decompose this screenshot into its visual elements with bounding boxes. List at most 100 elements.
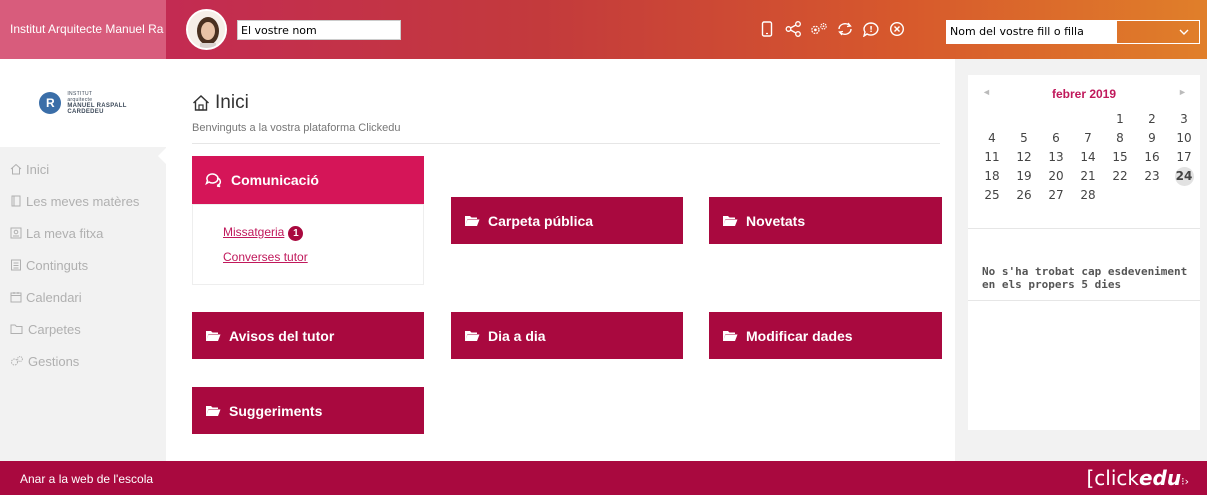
tutor-conversations-link[interactable]: Converses tutor: [223, 250, 308, 264]
document-icon: [11, 259, 21, 271]
calendar-day: [1136, 186, 1168, 205]
calendar-day[interactable]: 2: [1136, 110, 1168, 129]
tile-carpeta-publica[interactable]: Carpeta pública: [451, 197, 683, 244]
tile-suggeriments[interactable]: Suggeriments: [192, 387, 424, 434]
calendar-next-icon[interactable]: ►: [1178, 87, 1187, 97]
settings-icon[interactable]: [810, 19, 828, 39]
top-icons: !: [758, 19, 906, 39]
clickedu-logo: [clickedu⁝›: [1086, 466, 1189, 490]
calendar-month: febrer 2019: [1051, 87, 1117, 101]
folder-icon: [10, 324, 23, 334]
logo-text: INSTITUT arquitecte MANUEL RASPALL CARDE…: [67, 91, 126, 115]
calendar-day[interactable]: 5: [1008, 129, 1040, 148]
calendar-day[interactable]: 18: [976, 167, 1008, 186]
sidebar-item-fitxa[interactable]: La meva fitxa: [0, 217, 166, 249]
sidebar-item-carpetes[interactable]: Carpetes: [0, 313, 166, 345]
page-subtitle: Benvinguts a la vostra plataforma Clicke…: [192, 122, 401, 134]
calendar-day[interactable]: 12: [1008, 148, 1040, 167]
tile-novetats[interactable]: Novetats: [709, 197, 942, 244]
tile-label: Avisos del tutor: [229, 327, 335, 344]
sidebar-item-gestions[interactable]: Gestions: [0, 345, 166, 377]
calendar-day[interactable]: 20: [1040, 167, 1072, 186]
messages-count-badge: 1: [288, 226, 304, 241]
tile-avisos-tutor[interactable]: Avisos del tutor: [192, 312, 424, 359]
calendar-prev-icon[interactable]: ◄: [982, 87, 991, 97]
home-icon: [10, 163, 22, 175]
calendar-day: [1104, 186, 1136, 205]
profile-card-icon: [10, 227, 22, 239]
calendar-day[interactable]: 6: [1040, 129, 1072, 148]
no-events-message: No s'ha trobat cap esdeveniment en els p…: [982, 265, 1188, 291]
calendar-day[interactable]: 4: [976, 129, 1008, 148]
calendar-day[interactable]: 16: [1136, 148, 1168, 167]
chat-icon[interactable]: !: [862, 19, 880, 39]
sidebar-item-inici[interactable]: Inici: [0, 153, 166, 185]
calendar-day[interactable]: 8: [1104, 129, 1136, 148]
folder-open-icon: [723, 330, 738, 341]
calendar-day[interactable]: 22: [1104, 167, 1136, 186]
sidebar-item-label: Les meves matères: [26, 193, 140, 209]
communication-panel: Missatgeria 1 Converses tutor: [192, 204, 424, 285]
calendar-day[interactable]: 28: [1072, 186, 1104, 205]
sidebar-item-label: Continguts: [26, 257, 89, 273]
calendar-day[interactable]: 26: [1008, 186, 1040, 205]
gears-icon: [11, 356, 23, 366]
school-name[interactable]: Institut Arquitecte Manuel Ra: [0, 0, 166, 59]
calendar-day[interactable]: 25: [976, 186, 1008, 205]
calendar-day[interactable]: 7: [1072, 129, 1104, 148]
avatar[interactable]: [186, 9, 227, 50]
home-icon: [193, 95, 209, 111]
chevron-down-icon: [1117, 21, 1199, 43]
sync-icon[interactable]: [836, 19, 854, 39]
calendar-grid: 1 2 3 4 5 6 7 8 9 10 11 12 13 14 15 16 17 18 19 20 21 22 23 24 2…: [976, 110, 1200, 205]
sidebar-item-materies[interactable]: Les meves matères: [0, 185, 166, 217]
calendar-day[interactable]: 23: [1136, 167, 1168, 186]
calendar-day[interactable]: 13: [1040, 148, 1072, 167]
calendar-day[interactable]: 1: [1104, 110, 1136, 129]
tile-label: Novetats: [746, 212, 806, 229]
name-field[interactable]: [237, 20, 401, 40]
child-select[interactable]: Nom del vostre fill o filla: [946, 20, 1200, 44]
calendar-day[interactable]: 10: [1168, 129, 1200, 148]
events-divider: [968, 300, 1200, 301]
calendar-day: [976, 110, 1008, 129]
page-title-text: Inici: [215, 92, 249, 113]
folder-open-icon: [206, 330, 221, 341]
tile-label: Comunicació: [231, 172, 319, 188]
calendar-day[interactable]: 11: [976, 148, 1008, 167]
tile-label: Modificar dades: [746, 327, 853, 344]
active-indicator: [158, 148, 166, 164]
sidebar-item-label: Gestions: [28, 353, 80, 369]
calendar-day[interactable]: 3: [1168, 110, 1200, 129]
tile-comunicacio[interactable]: Comunicació: [192, 156, 424, 204]
messages-link[interactable]: Missatgeria 1: [223, 225, 304, 241]
calendar-day: [1072, 110, 1104, 129]
close-icon[interactable]: [888, 19, 906, 39]
calendar-day: [1008, 110, 1040, 129]
mobile-icon[interactable]: [758, 19, 776, 39]
sidebar-item-label: La meva fitxa: [26, 225, 104, 241]
tile-modificar-dades[interactable]: Modificar dades: [709, 312, 942, 359]
calendar-day[interactable]: 17: [1168, 148, 1200, 167]
calendar-icon: [10, 292, 22, 303]
calendar-day-today[interactable]: 24: [1174, 167, 1194, 186]
footer: Anar a la web de l'escola [clickedu⁝›: [0, 461, 1207, 495]
calendar-day[interactable]: 27: [1040, 186, 1072, 205]
chat-bubbles-icon: [205, 173, 222, 188]
calendar-day[interactable]: 9: [1136, 129, 1168, 148]
sidebar-item-continguts[interactable]: Continguts: [0, 249, 166, 281]
share-icon[interactable]: [784, 19, 802, 39]
sidebar-item-label: Carpetes: [28, 321, 81, 337]
sidebar-item-calendari[interactable]: Calendari: [0, 281, 166, 313]
school-logo[interactable]: R INSTITUT arquitecte MANUEL RASPALL CAR…: [0, 59, 166, 147]
tile-dia-a-dia[interactable]: Dia a dia: [451, 312, 683, 359]
sidebar-nav: Inici Les meves matères La meva fitxa Co…: [0, 153, 166, 377]
calendar-day[interactable]: 19: [1008, 167, 1040, 186]
folder-open-icon: [465, 215, 480, 226]
book-icon: [11, 195, 21, 207]
calendar-day[interactable]: 15: [1104, 148, 1136, 167]
calendar-day[interactable]: 14: [1072, 148, 1104, 167]
folder-open-icon: [206, 405, 221, 416]
calendar-day[interactable]: 21: [1072, 167, 1104, 186]
school-website-link[interactable]: Anar a la web de l'escola: [20, 472, 153, 486]
